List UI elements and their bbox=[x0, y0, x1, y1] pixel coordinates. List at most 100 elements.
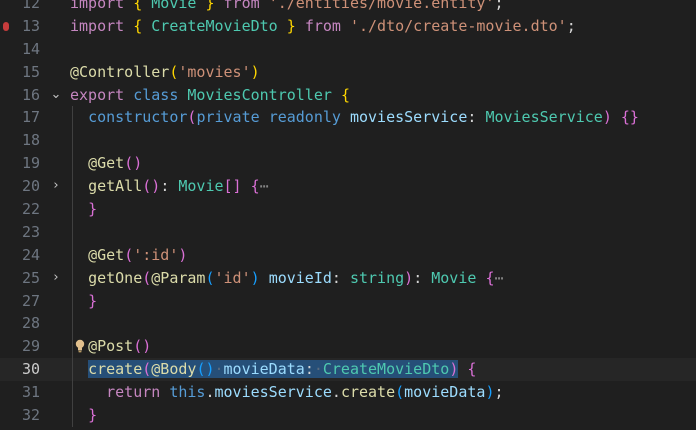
code-text[interactable]: } bbox=[70, 198, 97, 221]
code-line-16[interactable]: 16 ⌄ export class MoviesController { bbox=[0, 84, 696, 107]
line-gutter[interactable]: 29 bbox=[0, 335, 66, 358]
code-line-23[interactable]: 23 bbox=[0, 220, 696, 244]
code-text[interactable]: import { CreateMovieDto } from './dto/cr… bbox=[70, 15, 576, 38]
fold-collapsed-chevron-icon[interactable]: › bbox=[48, 175, 64, 198]
code-line-18[interactable]: 18 bbox=[0, 129, 696, 153]
code-token: constructor bbox=[88, 108, 188, 127]
code-line-27[interactable]: 27 } bbox=[0, 289, 696, 313]
code-line-14[interactable]: 14 bbox=[0, 38, 696, 61]
code-token: this bbox=[169, 383, 206, 402]
code-text[interactable]: @Post() bbox=[70, 335, 151, 358]
code-text[interactable]: import { Movie } from './entities/movie.… bbox=[70, 0, 504, 15]
code-token: @Post bbox=[88, 337, 134, 356]
code-line-19[interactable]: 19 @Get() bbox=[0, 152, 696, 176]
line-gutter[interactable]: 28 bbox=[0, 312, 66, 335]
line-number: 28 bbox=[21, 314, 40, 333]
line-gutter[interactable]: 24 bbox=[0, 244, 66, 267]
line-gutter[interactable]: 15 bbox=[0, 61, 66, 84]
code-line-32[interactable]: 32 } bbox=[0, 404, 696, 427]
line-gutter[interactable]: 13 bbox=[0, 15, 66, 38]
code-token: 'movies' bbox=[178, 62, 251, 81]
line-number: 23 bbox=[21, 222, 40, 241]
code-token: ; bbox=[494, 0, 504, 12]
line-gutter[interactable]: 16 ⌄ bbox=[0, 84, 66, 107]
code-token: : bbox=[467, 108, 486, 127]
fold-expanded-chevron-icon[interactable]: ⌄ bbox=[48, 84, 64, 107]
code-token: · bbox=[313, 360, 323, 379]
line-gutter[interactable]: 30 bbox=[0, 358, 66, 381]
folded-region-ellipsis[interactable]: ⋯ bbox=[494, 269, 503, 287]
code-token: @Param bbox=[151, 268, 206, 287]
code-token: : bbox=[160, 177, 179, 196]
folded-region-ellipsis[interactable]: ⋯ bbox=[260, 177, 269, 195]
code-line-30[interactable]: 30 create(@Body()·movieData:·CreateMovie… bbox=[0, 358, 696, 382]
code-text[interactable]: } bbox=[70, 290, 97, 313]
code-token: } bbox=[286, 16, 296, 35]
code-token: } bbox=[88, 291, 98, 310]
code-text[interactable]: @Controller('movies') bbox=[70, 61, 260, 84]
code-token: () bbox=[142, 177, 161, 196]
line-gutter[interactable]: 23 bbox=[0, 221, 66, 244]
code-line-22[interactable]: 22 } bbox=[0, 198, 696, 221]
line-gutter[interactable]: 12 bbox=[0, 0, 66, 15]
code-token: @Controller bbox=[70, 62, 170, 81]
code-token: {} bbox=[620, 108, 639, 127]
code-line-20[interactable]: 20 › getAll(): Movie[] {⋯ bbox=[0, 175, 696, 199]
code-token: ( bbox=[395, 383, 405, 402]
code-token: : bbox=[413, 268, 432, 287]
line-number: 25 bbox=[21, 268, 40, 287]
code-token: @Get bbox=[88, 154, 125, 173]
code-text[interactable]: export class MoviesController { bbox=[70, 84, 350, 107]
code-line-17[interactable]: 17 constructor(private readonly moviesSe… bbox=[0, 106, 696, 130]
code-text[interactable]: getOne(@Param('id') movieId: string): Mo… bbox=[70, 267, 503, 290]
code-text[interactable]: create(@Body()·movieData:·CreateMovieDto… bbox=[70, 358, 476, 381]
code-token: ( bbox=[205, 268, 215, 287]
code-text[interactable]: @Get() bbox=[70, 152, 142, 175]
fold-collapsed-chevron-icon[interactable]: › bbox=[48, 267, 64, 290]
code-text[interactable]: } bbox=[70, 404, 97, 427]
line-gutter[interactable]: 18 bbox=[0, 129, 66, 152]
code-token: export bbox=[70, 85, 125, 104]
code-line-29[interactable]: 29 @Post() bbox=[0, 335, 696, 359]
code-token: movieData bbox=[404, 383, 486, 402]
line-gutter[interactable]: 20 › bbox=[0, 175, 66, 198]
code-text[interactable]: return this.moviesService.create(movieDa… bbox=[70, 381, 503, 404]
code-line-13[interactable]: 13 import { CreateMovieDto } from './dto/… bbox=[0, 15, 696, 38]
code-token: ) bbox=[250, 268, 260, 287]
code-line-24[interactable]: 24 @Get(':id') bbox=[0, 243, 696, 267]
code-token: ( bbox=[124, 245, 134, 264]
code-text[interactable]: getAll(): Movie[] {⋯ bbox=[70, 175, 269, 198]
code-token: @Get bbox=[88, 245, 125, 264]
code-token: Movie bbox=[431, 268, 477, 287]
code-line-28[interactable]: 28 bbox=[0, 312, 696, 336]
line-gutter[interactable]: 27 bbox=[0, 290, 66, 313]
code-text[interactable]: @Get(':id') bbox=[70, 244, 187, 267]
line-gutter[interactable]: 17 bbox=[0, 106, 66, 129]
code-token: ':id' bbox=[133, 245, 179, 264]
line-gutter[interactable]: 22 bbox=[0, 198, 66, 221]
line-number: 13 bbox=[21, 16, 40, 35]
code-editor[interactable]: 12 import { Movie } from './entities/movi… bbox=[0, 0, 696, 427]
line-gutter[interactable]: 32 bbox=[0, 404, 66, 427]
code-token: ( bbox=[142, 360, 152, 379]
code-token: . bbox=[205, 383, 215, 402]
line-gutter[interactable]: 19 bbox=[0, 152, 66, 175]
breakpoint-marker-icon[interactable] bbox=[3, 21, 9, 31]
code-line-15[interactable]: 15 @Controller('movies') bbox=[0, 61, 696, 84]
code-line-25[interactable]: 25 › getOne(@Param('id') movieId: string)… bbox=[0, 266, 696, 290]
line-gutter[interactable]: 14 bbox=[0, 38, 66, 61]
code-line-12[interactable]: 12 import { Movie } from './entities/movi… bbox=[0, 0, 696, 15]
code-token: ) bbox=[602, 108, 612, 127]
code-token: from bbox=[304, 16, 341, 35]
code-text[interactable]: constructor(private readonly moviesServi… bbox=[70, 106, 639, 129]
code-line-31[interactable]: 31 return this.moviesService.create(movi… bbox=[0, 381, 696, 405]
code-token: } bbox=[88, 200, 98, 219]
line-gutter[interactable]: 31 bbox=[0, 381, 66, 404]
line-gutter[interactable]: 25 › bbox=[0, 267, 66, 290]
